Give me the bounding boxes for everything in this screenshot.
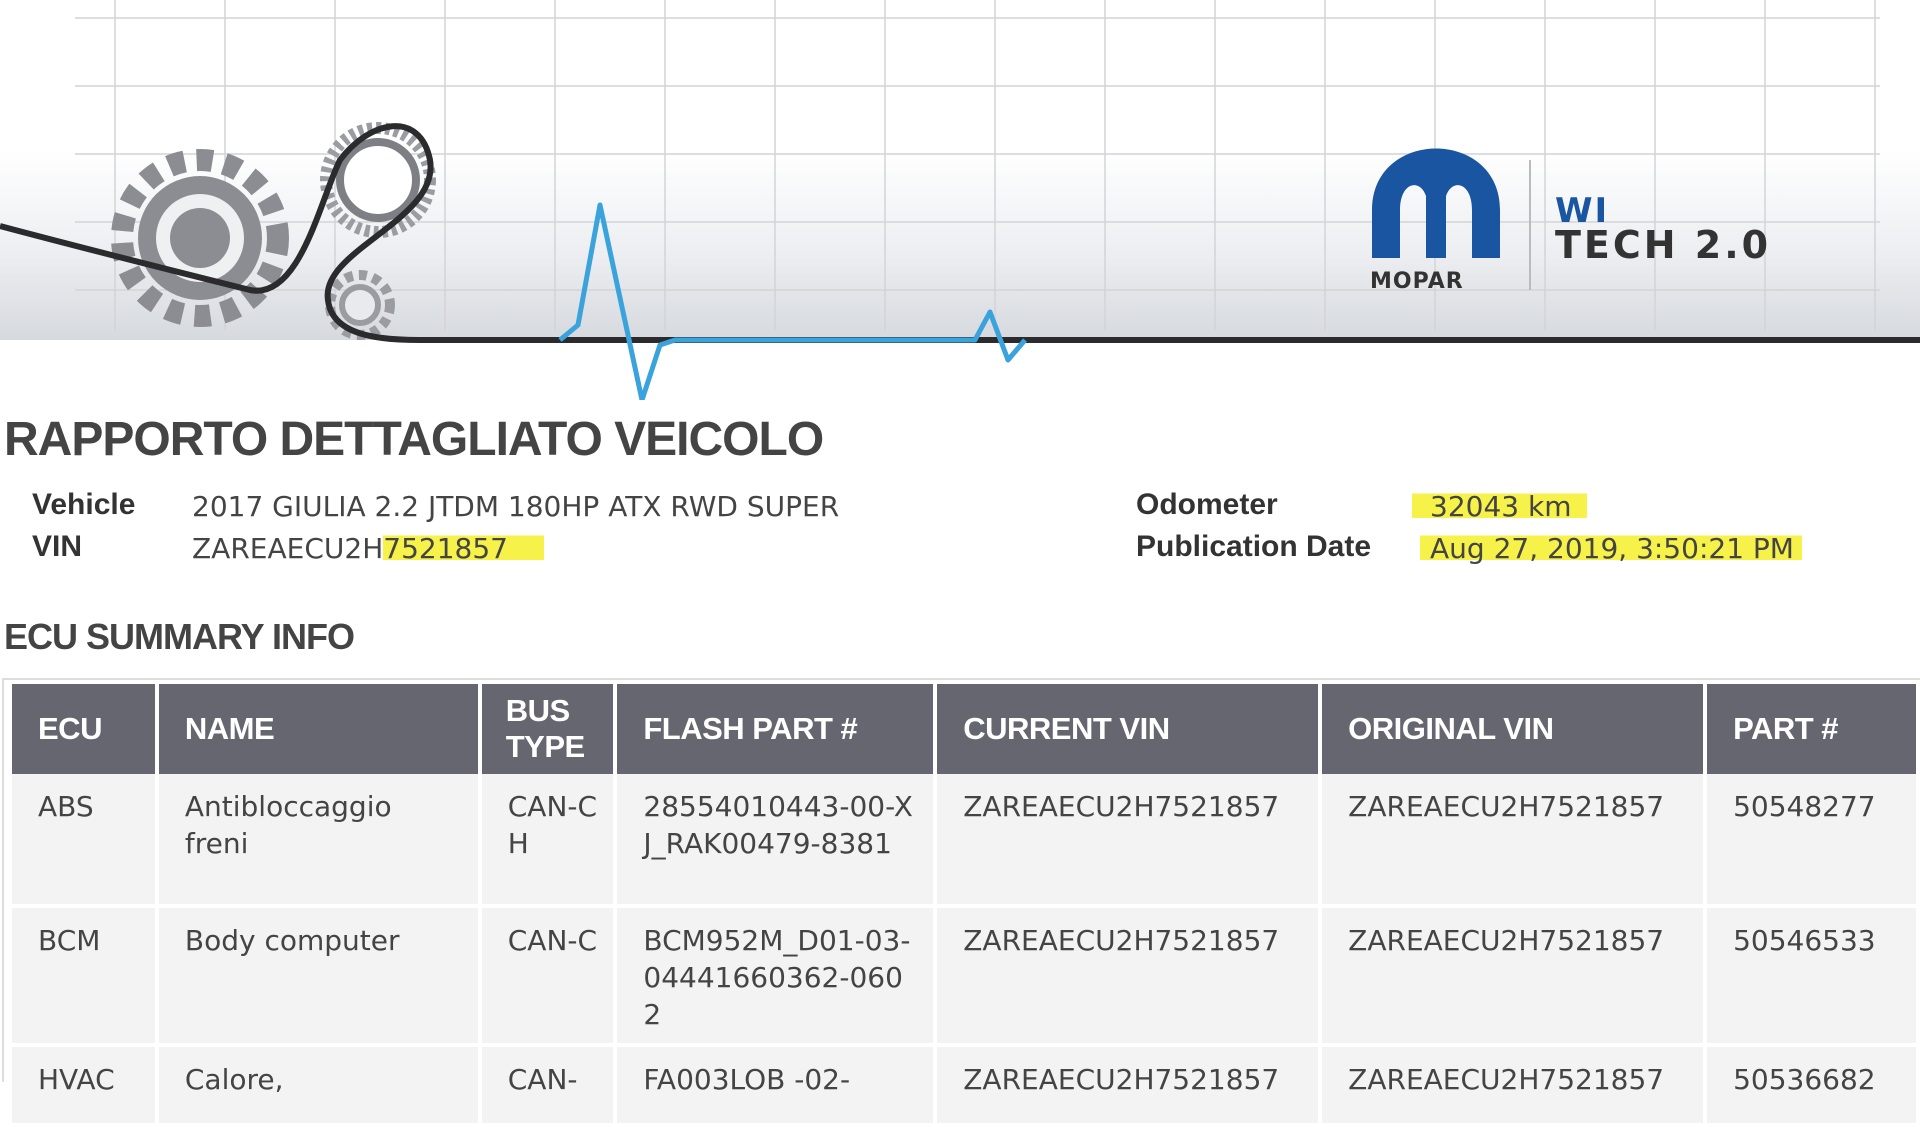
original-vin-cell: ZAREAECU2H7521857 [1322,1047,1704,1127]
header-graphic: MOPAR WI TECH 2.0 [0,0,1920,400]
report-title: RAPPORTO DETTAGLIATO VEICOLO [4,413,824,466]
flash-part-cell: 28554010443-00-XJ_RAK00479-8381 [617,774,934,908]
vin-suffix-highlighted: 7521857 [383,532,544,565]
odometer-value: 32043 km [1412,490,1588,523]
ecu-cell: ABS [12,774,155,908]
current-vin-cell: ZAREAECU2H7521857 [937,1047,1319,1127]
bus-type-cell: CAN-CH [481,774,614,908]
odometer-highlight: 32043 km [1412,490,1588,523]
name-cell: Antibloccaggio freni [158,774,478,908]
current-vin-cell: ZAREAECU2H7521857 [937,774,1319,908]
table-row: BCM Body computer CAN-C BCM952M_D01-03-0… [12,908,1916,1047]
publication-date-label: Publication Date [1136,530,1372,563]
column-header-part-number[interactable]: PART # [1707,684,1916,774]
report-header-banner: MOPAR WI TECH 2.0 [0,0,1920,400]
ecu-summary-table: ECU NAME BUS TYPE FLASH PART # CURRENT V… [8,684,1920,1127]
odometer-label: Odometer [1136,488,1278,521]
column-header-original-vin[interactable]: ORIGINAL VIN [1322,684,1704,774]
bus-type-cell: CAN-C [481,908,614,1047]
original-vin-cell: ZAREAECU2H7521857 [1322,774,1704,908]
part-number-cell: 50536682 [1707,1047,1916,1127]
part-number-cell: 50546533 [1707,908,1916,1047]
flash-part-cell: FA003LOB -02- [617,1047,934,1127]
vehicle-label: Vehicle [32,488,136,521]
vehicle-value: 2017 GIULIA 2.2 JTDM 180HP ATX RWD SUPER [192,490,840,523]
publication-date-value: Aug 27, 2019, 3:50:21 PM [1420,532,1802,565]
column-header-ecu[interactable]: ECU [12,684,155,774]
bus-type-cell: CAN- [481,1047,614,1127]
ecu-cell: BCM [12,908,155,1047]
tech-wordmark: TECH 2.0 [1555,223,1771,267]
vin-value: ZAREAECU2H7521857 [192,532,544,565]
table-row: ABS Antibloccaggio freni CAN-CH 28554010… [12,774,1916,908]
part-number-cell: 50548277 [1707,774,1916,908]
flash-part-cell: BCM952M_D01-03-04441660362-0602 [617,908,934,1047]
table-header-row: ECU NAME BUS TYPE FLASH PART # CURRENT V… [12,684,1916,774]
publication-date-highlight: Aug 27, 2019, 3:50:21 PM [1420,532,1802,565]
original-vin-cell: ZAREAECU2H7521857 [1322,908,1704,1047]
column-header-name[interactable]: NAME [158,684,478,774]
column-header-bus-type[interactable]: BUS TYPE [481,684,614,774]
vin-label: VIN [32,530,83,563]
ecu-summary-title: ECU SUMMARY INFO [4,616,355,657]
ecu-cell: HVAC [12,1047,155,1127]
name-cell: Body computer [158,908,478,1047]
mopar-wordmark: MOPAR [1370,269,1464,294]
name-cell: Calore, [158,1047,478,1127]
table-row: HVAC Calore, CAN- FA003LOB -02- ZAREAECU… [12,1047,1916,1127]
column-header-flash-part[interactable]: FLASH PART # [617,684,934,774]
column-header-current-vin[interactable]: CURRENT VIN [937,684,1319,774]
vin-prefix: ZAREAECU2H [192,532,384,565]
current-vin-cell: ZAREAECU2H7521857 [937,908,1319,1047]
